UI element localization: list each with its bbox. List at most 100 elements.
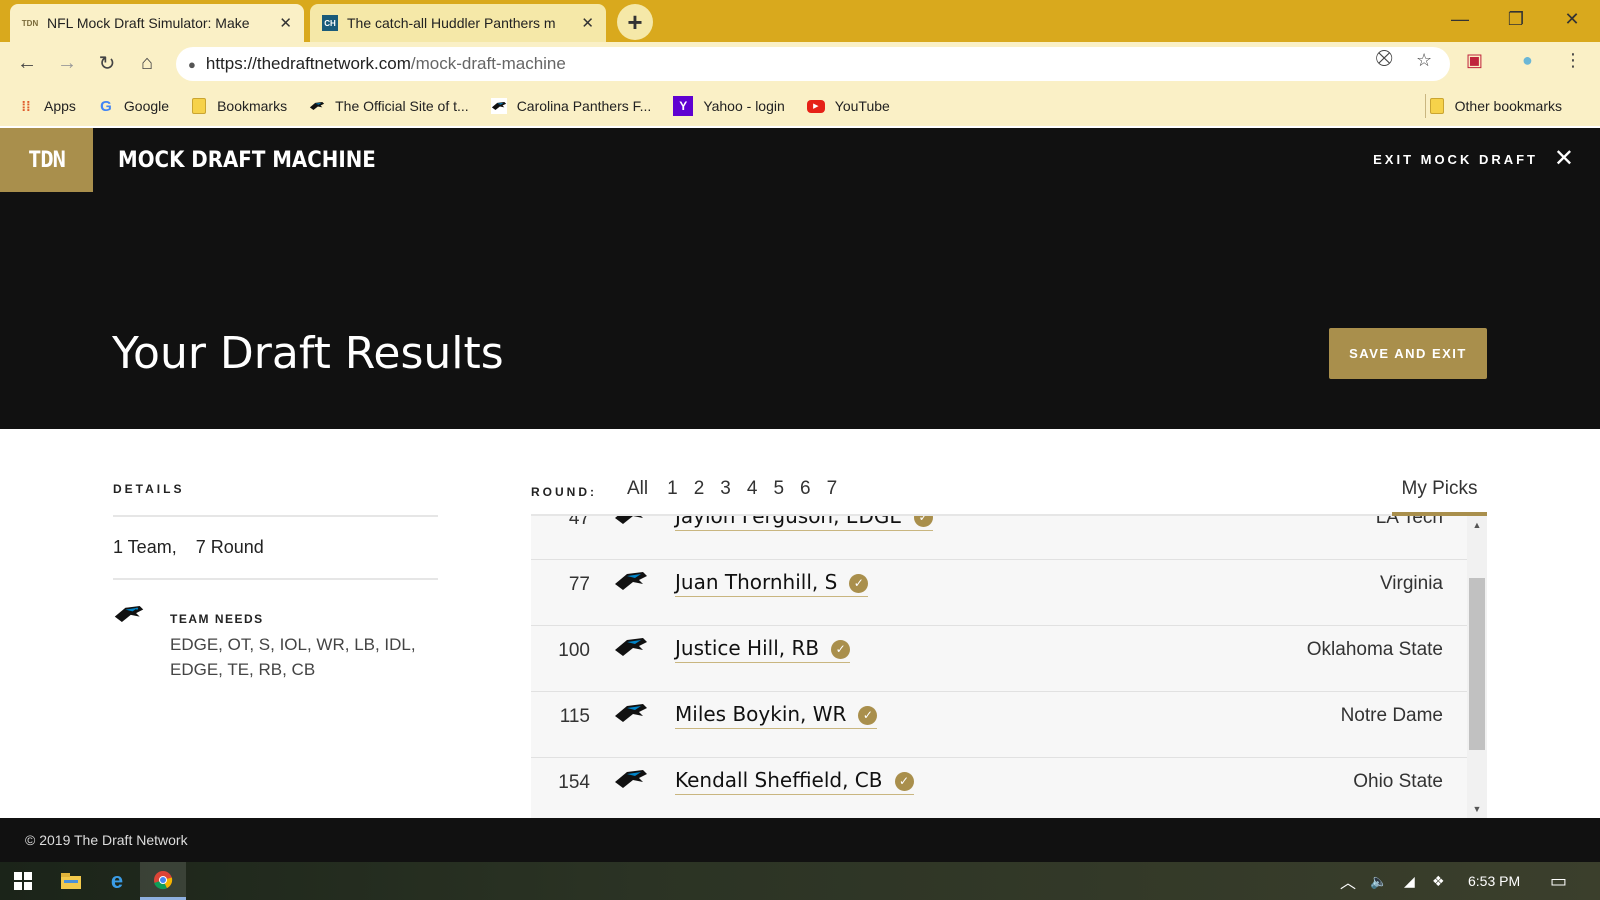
- bookmark-label: YouTube: [834, 98, 890, 114]
- scroll-up-icon[interactable]: ▲: [1467, 516, 1487, 534]
- panthers-logo-icon: [615, 704, 647, 722]
- tdn-logo[interactable]: TDN: [0, 128, 93, 192]
- maximize-icon[interactable]: ❐: [1488, 0, 1544, 38]
- player-name-link[interactable]: Justice Hill, RB ✓: [675, 636, 851, 663]
- player-school: LA Tech: [1375, 516, 1443, 528]
- new-tab-button[interactable]: +: [617, 4, 653, 40]
- pick-row[interactable]: 100 Justice Hill, RB ✓ Oklahoma State: [531, 626, 1467, 692]
- scroll-down-icon[interactable]: ▼: [1467, 800, 1487, 818]
- player-name-link[interactable]: Jaylon Ferguson, EDGE ✓: [675, 516, 933, 531]
- app-title: MOCK DRAFT MACHINE: [118, 148, 376, 173]
- bookmark-google[interactable]: G Google: [98, 98, 170, 115]
- exit-mock-draft-link[interactable]: EXIT MOCK DRAFT: [1373, 152, 1538, 167]
- bookmark-label: Bookmarks: [217, 98, 288, 114]
- url-text: https://thedraftnetwork.com/mock-draft-m…: [206, 54, 566, 74]
- blocked-cookie-icon[interactable]: ⛒: [1376, 50, 1392, 68]
- chrome-menu-icon[interactable]: ⋮: [1564, 50, 1582, 71]
- show-hidden-icons-icon[interactable]: ︿: [1340, 862, 1356, 900]
- bookmark-youtube[interactable]: ▶ YouTube: [806, 98, 890, 114]
- bookmarks-bar: ⁞⁞ Apps G Google Bookmarks The Official …: [0, 86, 1600, 126]
- round-tab-all[interactable]: All: [627, 478, 648, 500]
- browser-tab-bar: TDN NFL Mock Draft Simulator: Make ✕ CH …: [0, 0, 1600, 42]
- home-icon[interactable]: ⌂: [132, 48, 162, 78]
- panthers-logo-icon: [615, 770, 647, 788]
- pick-number: 115: [559, 706, 590, 727]
- star-bookmark-icon[interactable]: ☆: [1416, 50, 1432, 71]
- tab-close-icon[interactable]: ✕: [581, 14, 594, 32]
- pick-row[interactable]: 115 Miles Boykin, WR ✓ Notre Dame: [531, 692, 1467, 758]
- tab-huddler[interactable]: CH The catch-all Huddler Panthers m ✕: [310, 4, 606, 42]
- pick-number: 47: [568, 516, 590, 529]
- player-name: Kendall Sheffield, CB: [675, 768, 883, 792]
- panthers-logo-icon: [615, 638, 647, 656]
- scrollbar-thumb[interactable]: [1469, 578, 1485, 750]
- round-tab-4[interactable]: 4: [747, 478, 758, 500]
- check-icon: ✓: [858, 706, 878, 725]
- reload-icon[interactable]: ↻: [92, 48, 122, 78]
- pocket-extension-icon[interactable]: ▣: [1466, 50, 1483, 71]
- url-host: https://thedraftnetwork.com: [205, 54, 411, 73]
- notifications-icon[interactable]: ▭: [1550, 862, 1567, 900]
- bookmark-apps[interactable]: ⁞⁞ Apps: [18, 98, 76, 114]
- pick-row[interactable]: 154 Kendall Sheffield, CB ✓ Ohio State: [531, 758, 1467, 818]
- back-icon[interactable]: ←: [12, 48, 42, 78]
- site-header: TDN MOCK DRAFT MACHINE EXIT MOCK DRAFT ✕…: [0, 128, 1600, 429]
- bookmark-panthers-fan[interactable]: Carolina Panthers F...: [490, 98, 651, 114]
- round-tab-7[interactable]: 7: [827, 478, 838, 500]
- round-tab-1[interactable]: 1: [667, 478, 678, 500]
- tab-title: The catch-all Huddler Panthers m: [347, 15, 556, 31]
- player-name-link[interactable]: Kendall Sheffield, CB ✓: [675, 768, 914, 795]
- volume-icon[interactable]: 🔈: [1370, 862, 1387, 900]
- round-tabs: All 1 2 3 4 5 6 7: [627, 478, 853, 500]
- pick-number: 77: [568, 574, 590, 595]
- details-heading: DETAILS: [113, 482, 185, 496]
- round-label: ROUND:: [531, 485, 597, 499]
- check-icon: ✓: [849, 574, 869, 593]
- round-tab-5[interactable]: 5: [773, 478, 784, 500]
- internet-explorer-icon[interactable]: e: [94, 862, 140, 900]
- player-name: Jaylon Ferguson, EDGE: [675, 516, 902, 528]
- file-explorer-icon[interactable]: [48, 862, 94, 900]
- bookmark-folder-bookmarks[interactable]: Bookmarks: [191, 98, 287, 114]
- pick-row[interactable]: 77 Juan Thornhill, S ✓ Virginia: [531, 560, 1467, 626]
- team-needs-heading: TEAM NEEDS: [170, 612, 264, 626]
- address-bar[interactable]: ● https://thedraftnetwork.com/mock-draft…: [176, 47, 1450, 81]
- wifi-icon[interactable]: ◢: [1404, 862, 1415, 900]
- save-and-exit-button[interactable]: SAVE AND EXIT: [1329, 328, 1487, 379]
- bookmark-label: Other bookmarks: [1454, 98, 1562, 114]
- bookmark-yahoo[interactable]: Y Yahoo - login: [673, 96, 785, 116]
- picks-scrollbar[interactable]: ▲ ▼: [1467, 516, 1487, 818]
- dropbox-icon[interactable]: ❖: [1432, 862, 1445, 900]
- tab-my-picks[interactable]: My Picks: [1392, 478, 1487, 500]
- bookmark-label: Google: [123, 98, 170, 114]
- profile-avatar-icon[interactable]: ●: [1522, 50, 1533, 71]
- team-count: 1 Team,: [113, 537, 177, 557]
- youtube-icon: ▶: [806, 99, 825, 113]
- tab-close-icon[interactable]: ✕: [279, 14, 292, 32]
- minimize-icon[interactable]: —: [1432, 0, 1488, 38]
- close-icon[interactable]: ✕: [1554, 144, 1574, 173]
- round-tab-6[interactable]: 6: [800, 478, 811, 500]
- round-tab-2[interactable]: 2: [694, 478, 705, 500]
- player-name-link[interactable]: Miles Boykin, WR ✓: [675, 702, 878, 729]
- clock-time[interactable]: 6:53 PM: [1468, 862, 1520, 900]
- player-school: Notre Dame: [1340, 705, 1443, 726]
- lock-icon: ●: [188, 56, 196, 72]
- apps-grid-icon: ⁞⁞: [21, 98, 31, 114]
- close-window-icon[interactable]: ✕: [1544, 0, 1600, 38]
- folder-icon: [191, 98, 207, 114]
- chrome-icon[interactable]: [140, 862, 186, 900]
- bookmark-panthers-official[interactable]: The Official Site of t...: [309, 98, 469, 114]
- team-needs-list: EDGE, OT, S, IOL, WR, LB, IDL, EDGE, TE,…: [170, 635, 416, 679]
- tab-mock-draft[interactable]: TDN NFL Mock Draft Simulator: Make ✕: [10, 4, 304, 42]
- player-name-link[interactable]: Juan Thornhill, S ✓: [675, 570, 869, 597]
- picks-list[interactable]: 47 Jaylon Ferguson, EDGE ✓ LA Tech 77 Jua…: [531, 516, 1467, 818]
- forward-icon[interactable]: →: [52, 48, 82, 78]
- bookmark-other[interactable]: Other bookmarks: [1429, 86, 1562, 126]
- pick-row[interactable]: 47 Jaylon Ferguson, EDGE ✓ LA Tech: [531, 516, 1467, 560]
- round-tab-3[interactable]: 3: [720, 478, 731, 500]
- player-school: Oklahoma State: [1306, 639, 1443, 660]
- folder-icon: [1429, 98, 1445, 114]
- windows-start-icon[interactable]: [0, 862, 46, 900]
- bookmark-label: Apps: [44, 98, 76, 114]
